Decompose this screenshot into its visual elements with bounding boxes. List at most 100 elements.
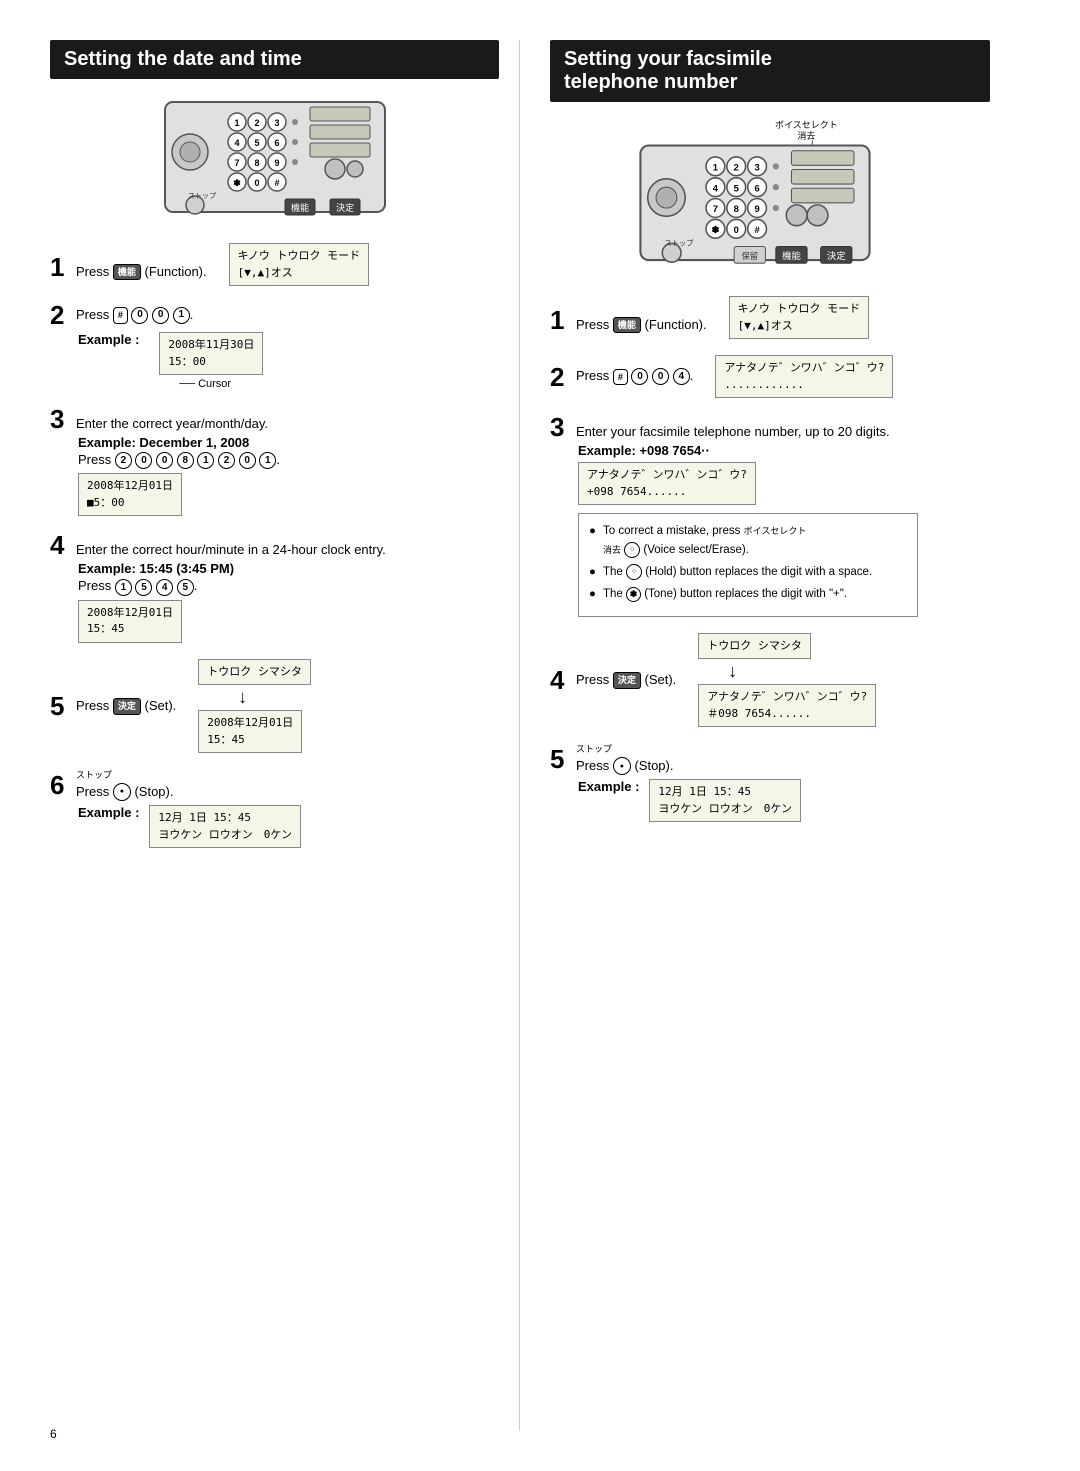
function-button-r1: 機能 xyxy=(613,317,641,334)
svg-text:9: 9 xyxy=(274,158,279,168)
step-3-press: Press 2 0 0 8 1 2 0 1. xyxy=(78,452,499,469)
right-device-illustration: ボイスセレクト消去 1 2 3 4 5 6 7 8 9 ✽ xyxy=(550,120,990,280)
arrow-down-r4: ↓ xyxy=(728,661,737,682)
svg-text:保留: 保留 xyxy=(741,251,758,261)
step-6-number: 6 xyxy=(50,772,74,798)
svg-text:✽: ✽ xyxy=(233,178,241,188)
svg-text:5: 5 xyxy=(254,138,259,148)
step-3-text: Enter the correct year/month/day. xyxy=(76,415,268,433)
step-3-example-bold: Example: December 1, 2008 xyxy=(78,435,499,450)
step-5-text: Press 決定 (Set). xyxy=(76,697,176,715)
step-6-text: ストップ Press ● (Stop). xyxy=(76,769,173,801)
right-step-2-text: Press # 0 0 4. xyxy=(576,367,693,385)
page: Setting the date and time 1 2 3 4 5 6 7 xyxy=(0,0,1080,1471)
hash-btn-r2: # xyxy=(613,369,628,386)
right-step-4-number: 4 xyxy=(550,667,574,693)
left-step-4: 4 Enter the correct hour/minute in a 24-… xyxy=(50,532,499,642)
svg-text:1: 1 xyxy=(234,118,239,128)
svg-text:✽: ✽ xyxy=(711,225,719,235)
left-step-1: 1 Press 機能 (Function). キノウ トウロク モード [▼,▲… xyxy=(50,243,499,286)
svg-text:8: 8 xyxy=(254,158,259,168)
set-button-5: 決定 xyxy=(113,698,141,715)
stop-button-r5: ● xyxy=(613,757,631,775)
svg-text:9: 9 xyxy=(754,204,759,214)
svg-text:3: 3 xyxy=(754,163,759,173)
hash-btn: # xyxy=(113,307,128,324)
example-label-r5: Example : xyxy=(578,779,639,794)
screen-step2-left: 2008年11月30日 15：00 xyxy=(159,332,263,375)
set-button-r4: 決定 xyxy=(613,672,641,689)
screen-r-step5: 12月 1日 15：45 ヨウケン ロウオン 0ケン xyxy=(649,779,801,822)
svg-text:0: 0 xyxy=(734,225,739,235)
svg-text:6: 6 xyxy=(754,183,759,193)
cursor-label: ── Cursor xyxy=(179,378,231,390)
left-section-title: Setting the date and time xyxy=(50,40,499,79)
example-label-2: Example : xyxy=(78,332,139,347)
left-column: Setting the date and time 1 2 3 4 5 6 7 xyxy=(50,40,520,1431)
svg-text:6: 6 xyxy=(274,138,279,148)
right-device-svg: 1 2 3 4 5 6 7 8 9 ✽ 0 # xyxy=(630,138,880,278)
right-step-3-notes: ● To correct a mistake, press ボイスセレクト消去 … xyxy=(578,513,918,617)
svg-text:0: 0 xyxy=(254,178,259,188)
left-step-6: 6 ストップ Press ● (Stop). Example : 12月 1日 … xyxy=(50,769,499,848)
svg-text:7: 7 xyxy=(234,158,239,168)
btn-0a: 0 xyxy=(131,307,148,324)
right-step-3-text: Enter your facsimile telephone number, u… xyxy=(576,423,890,441)
screen-step3-left: 2008年12月01日 ■5：00 xyxy=(78,473,182,516)
right-step-4: 4 Press 決定 (Set). トウロク シマシタ ↓ アナタノテ゛ンワハ゛… xyxy=(550,633,990,728)
step-1-text: Press 機能 (Function). xyxy=(76,263,207,281)
svg-text:#: # xyxy=(754,225,760,235)
page-number: 6 xyxy=(50,1427,57,1441)
svg-text:5: 5 xyxy=(734,183,739,193)
screen-r-step3: アナタノテ゛ンワハ゛ンコ゛ウ? +098 7654...... xyxy=(578,462,756,505)
right-step-5: 5 ストップ Press ● (Stop). Example : 12月 1日 … xyxy=(550,743,990,822)
arrow-down-5: ↓ xyxy=(238,687,247,708)
right-step-2-number: 2 xyxy=(550,364,574,390)
right-column: Setting your facsimile telephone number … xyxy=(520,40,990,1431)
screen-r-step2: アナタノテ゛ンワハ゛ンコ゛ウ? ............ xyxy=(715,355,893,398)
left-step-3: 3 Enter the correct year/month/day. Exam… xyxy=(50,406,499,516)
right-step-3-number: 3 xyxy=(550,414,574,440)
svg-text:機能: 機能 xyxy=(782,250,801,261)
svg-text:4: 4 xyxy=(234,138,239,148)
svg-text:1: 1 xyxy=(713,163,718,173)
screen-step6-left: 12月 1日 15：45 ヨウケン ロウオン 0ケン xyxy=(149,805,301,848)
step-2-number: 2 xyxy=(50,302,74,328)
screen-step1-left: キノウ トウロク モード [▼,▲]オス xyxy=(229,243,369,286)
svg-text:4: 4 xyxy=(713,183,719,193)
btn-1: 1 xyxy=(173,307,190,324)
right-step-5-number: 5 xyxy=(550,746,574,772)
step-3-number: 3 xyxy=(50,406,74,432)
svg-text:2: 2 xyxy=(734,163,739,173)
screen-r-step1: キノウ トウロク モード [▼,▲]オス xyxy=(729,296,869,339)
screen-step5-top: トウロク シマシタ xyxy=(198,659,311,686)
function-button-1: 機能 xyxy=(113,264,141,281)
right-step-1: 1 Press 機能 (Function). キノウ トウロク モード [▼,▲… xyxy=(550,296,990,339)
screen-step5-bottom: 2008年12月01日 15：45 xyxy=(198,710,302,753)
right-step-4-text: Press 決定 (Set). xyxy=(576,671,676,689)
btn-0b: 0 xyxy=(152,307,169,324)
svg-text:決定: 決定 xyxy=(827,250,846,261)
svg-text:7: 7 xyxy=(713,204,718,214)
screen-r-step4-bottom: アナタノテ゛ンワハ゛ンコ゛ウ? ＃098 7654...... xyxy=(698,684,876,727)
step-1-number: 1 xyxy=(50,254,74,280)
step-4-press: Press 1 5 4 5. xyxy=(78,578,499,595)
svg-text:#: # xyxy=(274,178,279,188)
step-4-text: Enter the correct hour/minute in a 24-ho… xyxy=(76,541,386,559)
svg-text:ストップ: ストップ xyxy=(664,239,694,248)
svg-text:8: 8 xyxy=(734,204,739,214)
right-step-2: 2 Press # 0 0 4. アナタノテ゛ンワハ゛ンコ゛ウ? .......… xyxy=(550,355,990,398)
svg-text:3: 3 xyxy=(274,118,279,128)
left-step-2: 2 Press # 0 0 1. Example : 2008年11月30日 1… xyxy=(50,302,499,390)
left-device-illustration: 1 2 3 4 5 6 7 8 9 ✽ 0 # xyxy=(50,97,499,227)
left-step-5: 5 Press 決定 (Set). トウロク シマシタ ↓ 2008年12月01… xyxy=(50,659,499,754)
right-section-title: Setting your facsimile telephone number xyxy=(550,40,990,102)
step-2-text: Press # 0 0 1. xyxy=(76,306,193,324)
right-step-5-text: ストップ Press ● (Stop). xyxy=(576,743,673,775)
left-device-svg: 1 2 3 4 5 6 7 8 9 ✽ 0 # xyxy=(155,97,395,227)
svg-text:ストップ: ストップ xyxy=(188,192,216,200)
right-step-3: 3 Enter your facsimile telephone number,… xyxy=(550,414,990,617)
step-4-example-bold: Example: 15:45 (3:45 PM) xyxy=(78,561,499,576)
svg-text:2: 2 xyxy=(254,118,259,128)
right-step-3-bold: Example: +098 7654·· xyxy=(578,443,990,458)
